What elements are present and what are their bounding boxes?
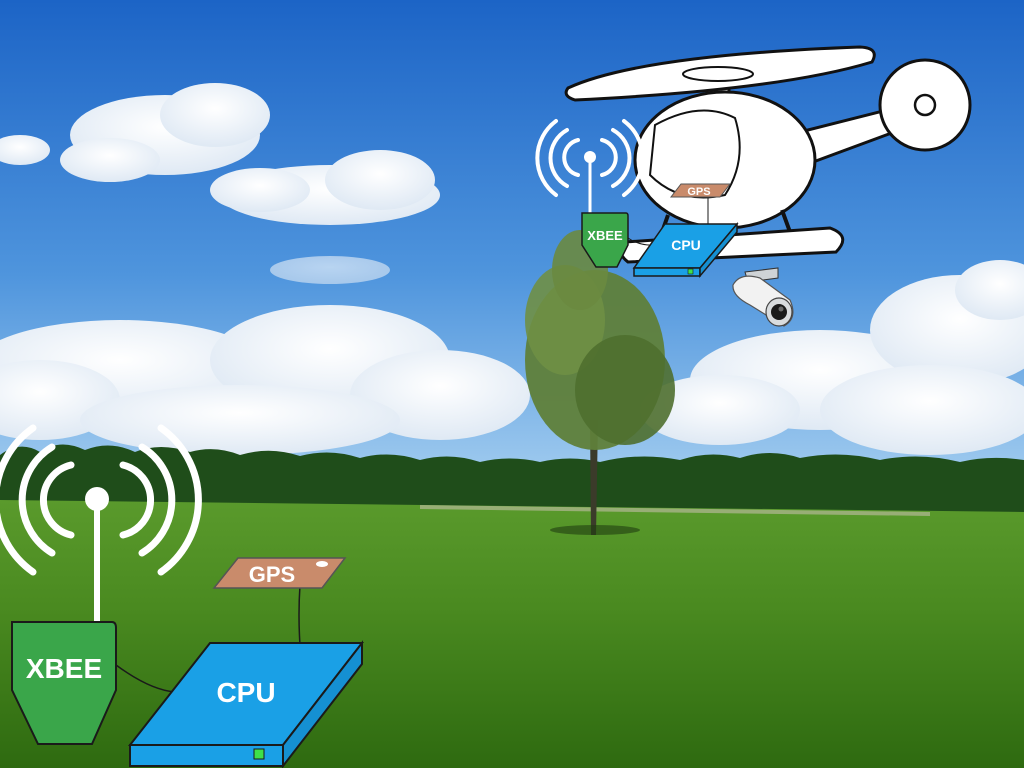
helicopter-cpu-led <box>687 268 694 275</box>
ground-xbee-label: XBEE <box>26 653 102 684</box>
helicopter-rotor-hub <box>682 66 754 82</box>
ground-gps-label: GPS <box>249 562 295 587</box>
helicopter-cpu-label: CPU <box>671 237 701 253</box>
scene-canvas: XBEE GPS CPU XBEE GPS CPU <box>0 0 1024 768</box>
helicopter-tail-hub <box>913 93 937 117</box>
ground-gps-chip <box>316 561 328 567</box>
helicopter-antenna-tip <box>584 151 596 163</box>
ground-cpu-led <box>253 748 265 760</box>
ground-cpu-label: CPU <box>216 677 275 708</box>
helicopter-gps-label: GPS <box>687 186 710 198</box>
ground-antenna-tip <box>85 487 109 511</box>
helicopter-xbee-label: XBEE <box>587 228 623 243</box>
